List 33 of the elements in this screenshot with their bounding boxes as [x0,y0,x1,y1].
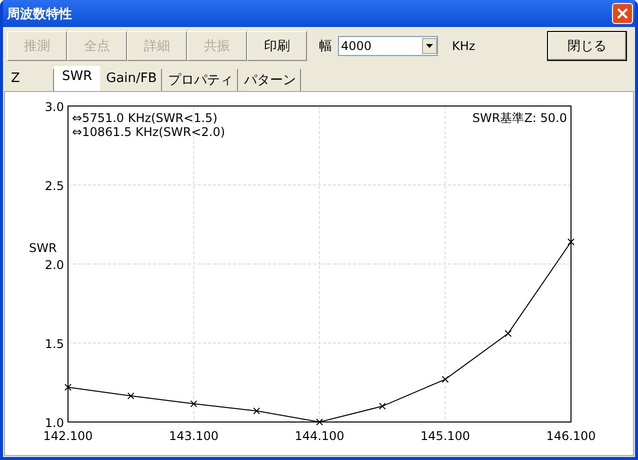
bandwidth-annotation: ⇔10861.5 KHz(SWR<2.0) [72,125,226,139]
window-title: 周波数特性 [7,6,72,22]
width-label: 幅 [319,38,332,55]
reference-impedance-label: SWR基準Z: 50.0 [472,111,567,125]
data-point-marker [568,238,574,246]
data-point-marker [378,402,386,410]
data-point-marker [190,400,198,408]
close-button[interactable] [612,3,633,24]
width-dropdown[interactable]: 4000 [338,36,438,56]
data-point-marker [64,384,72,391]
y-tick-label: 3.0 [44,100,64,114]
data-point-marker [442,376,449,383]
x-tick-label: 143.100 [168,429,219,443]
close-icon [616,7,629,20]
toolbar-button[interactable]: 印刷 [247,31,307,61]
close-dialog-button[interactable]: 閉じる [547,31,627,61]
x-tick-label: 144.100 [294,429,344,443]
caret-icon [426,44,433,48]
y-tick-label: 1.0 [44,416,64,430]
y-tick-label: 1.5 [44,337,64,351]
bandwidth-annotation: ⇔5751.0 KHz(SWR<1.5) [72,111,218,125]
data-point-marker [127,392,134,400]
y-tick-label: 2.5 [44,179,64,193]
data-point-marker [504,330,512,338]
tab[interactable]: SWR [54,66,100,91]
data-point-marker [316,418,323,426]
x-tick-label: 146.100 [546,429,596,443]
x-tick-label: 145.100 [420,429,470,443]
y-axis-label: SWR [29,241,57,255]
data-point-marker [253,407,260,414]
x-tick-label: 142.100 [43,429,93,443]
y-tick-label: 2.0 [44,258,64,272]
unit-label: KHz [452,39,476,53]
